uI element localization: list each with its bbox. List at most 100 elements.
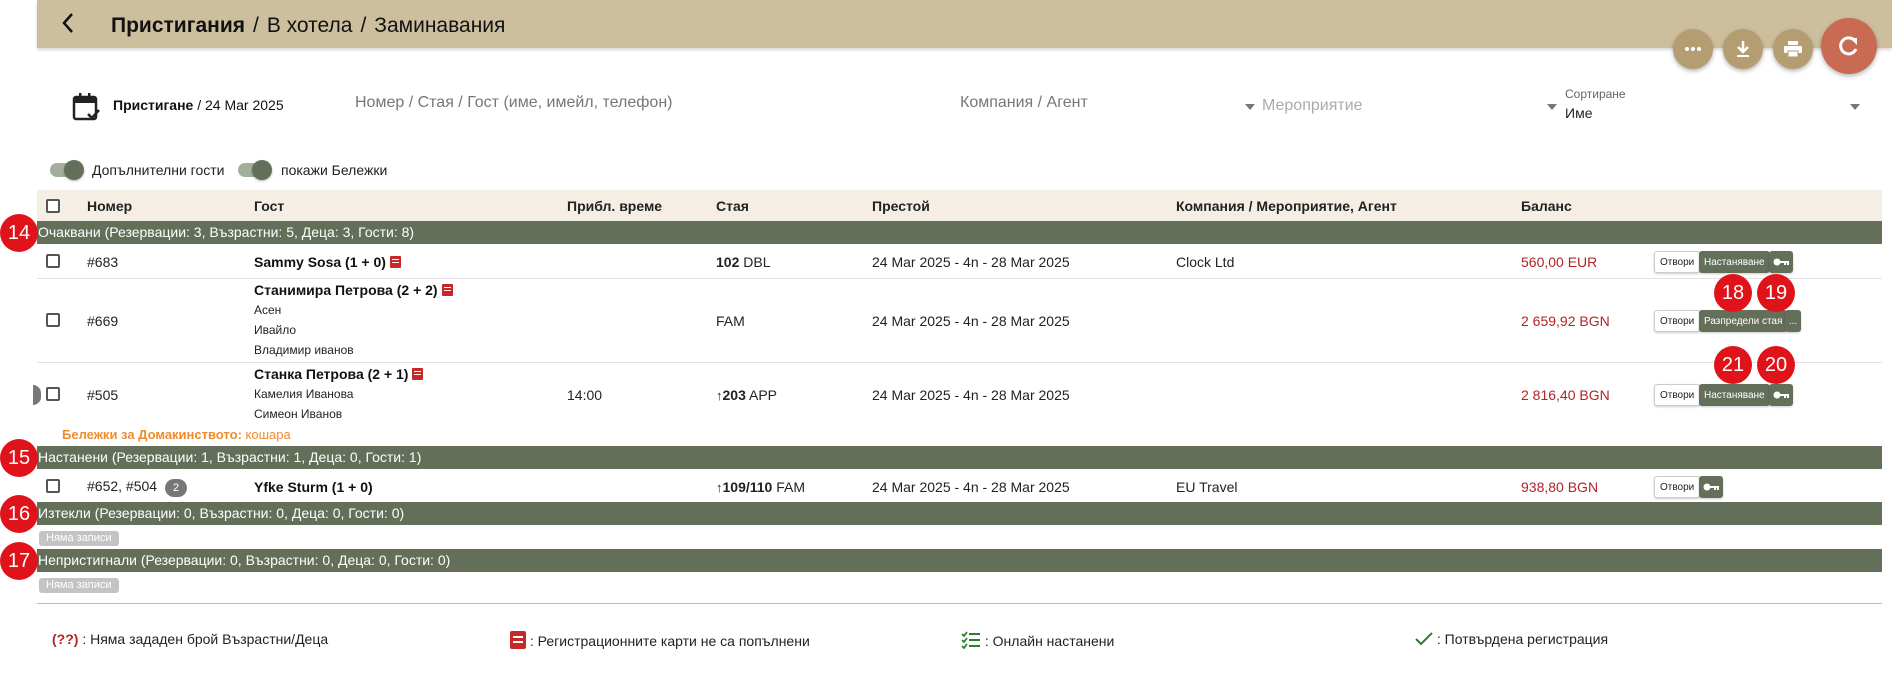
legend-qq-text: : Няма зададен брой Възрастни/Деца bbox=[78, 631, 329, 647]
reg-card-missing-icon bbox=[412, 368, 424, 380]
open-button[interactable]: Отвори bbox=[1654, 476, 1701, 498]
column-number[interactable]: Номер bbox=[87, 198, 132, 214]
stay-period: 24 Мar 2025 - 4n - 28 Мar 2025 bbox=[872, 387, 1070, 403]
company-dropdown-arrow-icon[interactable] bbox=[1245, 104, 1255, 110]
assign-room-button[interactable]: Разпредели стая bbox=[1699, 310, 1788, 332]
companion-name: Симеон Иванов bbox=[254, 407, 343, 421]
print-button[interactable] bbox=[1773, 29, 1813, 69]
company-agent-input[interactable] bbox=[960, 94, 1220, 112]
column-guest[interactable]: Гост bbox=[254, 198, 284, 214]
reg-card-missing-icon bbox=[510, 631, 526, 649]
group-in-house[interactable]: Настанени (Резервации: 1, Възрастни: 1, … bbox=[37, 446, 1882, 469]
group-expected[interactable]: Очаквани (Резервации: 3, Възрастни: 5, Д… bbox=[37, 221, 1882, 244]
chevron-left-icon bbox=[62, 13, 73, 33]
breadcrumb-in-house[interactable]: В хотела bbox=[267, 14, 353, 37]
row-checkbox[interactable] bbox=[46, 387, 60, 401]
row-checkbox[interactable] bbox=[46, 479, 60, 493]
calendar-icon[interactable] bbox=[72, 92, 100, 127]
breadcrumb-arrivals[interactable]: Пристигания bbox=[111, 14, 245, 37]
key-icon bbox=[1773, 391, 1789, 399]
select-all-checkbox[interactable] bbox=[46, 199, 60, 213]
housekeeping-note-label: Бележки за Домакинството: bbox=[62, 427, 242, 442]
event-select[interactable]: Мероприятие bbox=[1262, 97, 1363, 115]
step-badge: 20 bbox=[1757, 346, 1795, 384]
arrival-date-filter[interactable]: Пристигане / 24 Мar 2025 bbox=[113, 97, 284, 113]
step-badge: 17 bbox=[0, 542, 38, 580]
open-button[interactable]: Отвори bbox=[1654, 251, 1701, 273]
housekeeping-note-value: кошара bbox=[241, 427, 291, 442]
column-time[interactable]: Прибл. време bbox=[567, 198, 662, 214]
group-no-show[interactable]: Непристигнали (Резервации: 0, Възрастни:… bbox=[37, 549, 1882, 572]
column-room[interactable]: Стая bbox=[716, 198, 749, 214]
legend-no-guests-count: (??) : Няма зададен брой Възрастни/Деца bbox=[52, 631, 328, 647]
table-row[interactable]: #683 Sammy Sosa (1 + 0) 102 DBL 24 Мar 2… bbox=[37, 244, 1882, 279]
table-row[interactable]: #669 Станимира Петрова (2 + 2) Асен Ивай… bbox=[37, 279, 1882, 363]
key-button[interactable] bbox=[1699, 476, 1723, 498]
event-dropdown-arrow-icon[interactable] bbox=[1547, 104, 1557, 110]
companion-name: Владимир иванов bbox=[254, 343, 354, 357]
no-records-badge: Няма записи bbox=[39, 531, 119, 546]
row-checkbox[interactable] bbox=[46, 254, 60, 268]
arrival-time: 14:00 bbox=[567, 387, 603, 403]
room-type: APP bbox=[745, 387, 777, 403]
toggle-knob bbox=[64, 160, 84, 180]
breadcrumb-separator: / bbox=[360, 14, 367, 37]
divider bbox=[37, 603, 1882, 604]
sort-dropdown-arrow-icon[interactable] bbox=[1850, 104, 1860, 110]
room-number: 203 bbox=[722, 387, 746, 403]
column-stay[interactable]: Престой bbox=[872, 198, 930, 214]
guest-name[interactable]: Станка Петрова (2 + 1) bbox=[254, 366, 408, 382]
group-expired[interactable]: Изтекли (Резервации: 0, Възрастни: 0, Де… bbox=[37, 502, 1882, 525]
table-row[interactable]: #652, #504 2 Yfke Sturm (1 + 0) ↑109/110 … bbox=[37, 469, 1882, 502]
guest-name[interactable]: Станимира Петрова (2 + 2) bbox=[254, 282, 438, 298]
key-button[interactable] bbox=[1769, 384, 1793, 406]
balance: 938,80 BGN bbox=[1521, 479, 1599, 495]
room-number: 109/110 bbox=[722, 479, 773, 495]
companion-name: Ивайло bbox=[254, 323, 297, 337]
reg-card-missing-icon bbox=[441, 284, 453, 296]
check-in-button[interactable]: Настаняване bbox=[1699, 384, 1770, 406]
search-input[interactable] bbox=[355, 94, 915, 112]
refresh-icon bbox=[1839, 36, 1858, 56]
legend-reg-card-text: : Регистрационните карти не са попълнени bbox=[526, 633, 810, 649]
guest-name[interactable]: Yfke Sturm (1 + 0) bbox=[254, 479, 373, 495]
open-button[interactable]: Отвори bbox=[1654, 384, 1701, 406]
print-icon bbox=[1784, 41, 1802, 57]
room-type: DBL bbox=[739, 254, 771, 270]
key-button[interactable] bbox=[1769, 251, 1793, 273]
reg-card-missing-icon bbox=[389, 256, 401, 268]
more-actions-button[interactable]: ... bbox=[1785, 310, 1801, 332]
breadcrumb-departures[interactable]: Заминавания bbox=[374, 14, 505, 37]
open-button[interactable]: Отвори bbox=[1654, 310, 1701, 332]
download-button[interactable] bbox=[1723, 29, 1763, 69]
reservation-number: #683 bbox=[87, 254, 119, 270]
step-badge: 21 bbox=[1714, 346, 1752, 384]
room-type: FAM bbox=[772, 479, 806, 495]
legend-qq-symbol: (??) bbox=[52, 631, 79, 647]
step-badge: 14 bbox=[0, 214, 38, 252]
legend-confirmed-text: : Потвърдена регистрация bbox=[1433, 631, 1609, 647]
back-button[interactable] bbox=[53, 8, 83, 38]
column-company[interactable]: Компания / Мероприятие, Агент bbox=[1176, 198, 1397, 214]
stay-period: 24 Мar 2025 - 4n - 28 Мar 2025 bbox=[872, 313, 1070, 329]
date-filter-value: / 24 Мar 2025 bbox=[193, 97, 284, 113]
room-number: 102 bbox=[716, 254, 740, 270]
refresh-button[interactable] bbox=[1821, 18, 1877, 74]
reservation-number: #652, #504 bbox=[87, 478, 158, 494]
toggle-knob bbox=[252, 160, 272, 180]
more-horizontal-icon bbox=[1685, 47, 1701, 51]
room-type: FAM bbox=[716, 313, 745, 329]
guest-name[interactable]: Sammy Sosa (1 + 0) bbox=[254, 254, 386, 270]
key-icon bbox=[1703, 483, 1719, 491]
row-checkbox[interactable] bbox=[46, 313, 60, 327]
more-button[interactable] bbox=[1673, 29, 1713, 69]
checkmark-icon bbox=[1415, 632, 1433, 646]
company-name: Clock Ltd bbox=[1176, 254, 1235, 270]
extra-guests-toggle[interactable] bbox=[48, 160, 84, 180]
check-in-button[interactable]: Настаняване bbox=[1699, 251, 1770, 273]
show-notes-toggle[interactable] bbox=[236, 160, 272, 180]
table-row[interactable]: #505 Станка Петрова (2 + 1) Камелия Иван… bbox=[37, 363, 1882, 445]
column-balance[interactable]: Баланс bbox=[1521, 198, 1572, 214]
extra-guests-label: Допълнителни гости bbox=[92, 162, 225, 178]
sort-select[interactable]: Име bbox=[1565, 105, 1592, 121]
